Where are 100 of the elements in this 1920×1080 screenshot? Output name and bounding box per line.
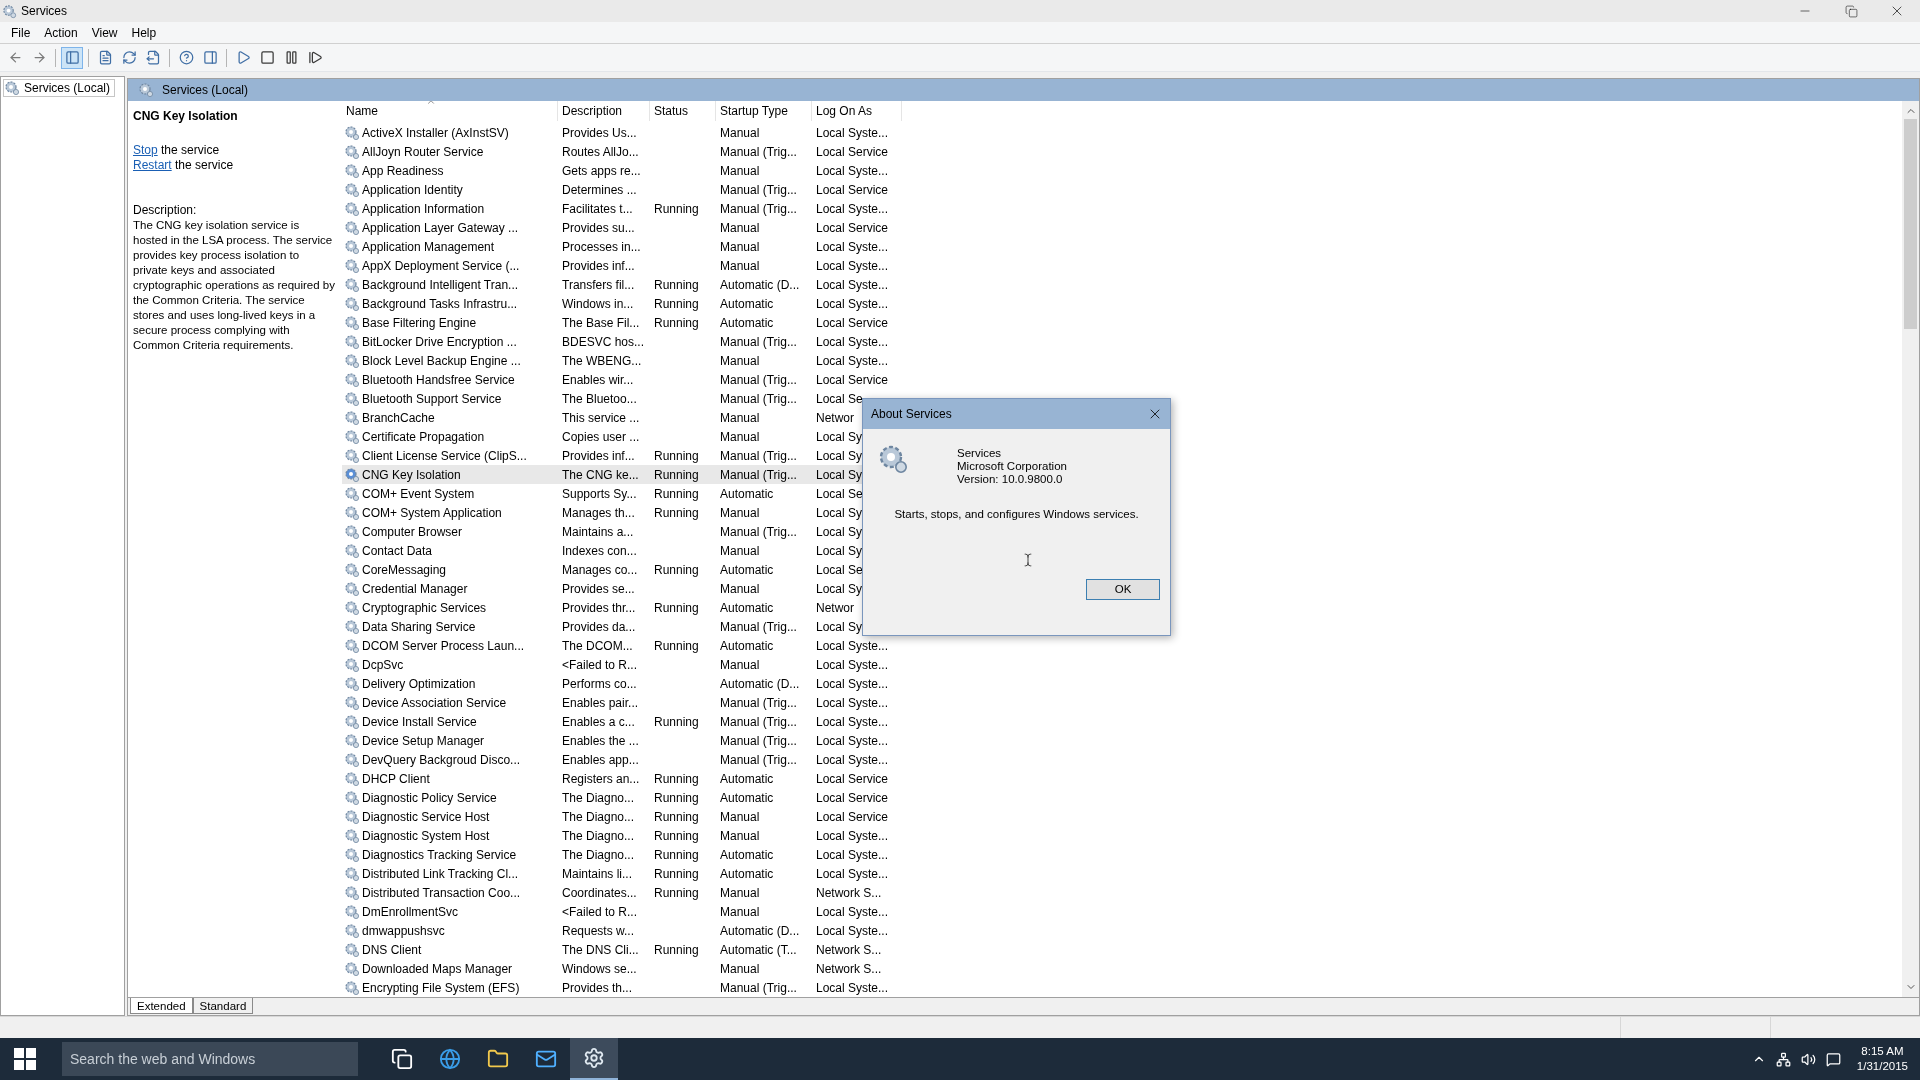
service-row[interactable]: Bluetooth Support Service The Bluetoo... Manual (Trig... Local Se [342, 389, 865, 408]
service-row[interactable]: Computer Browser Maintains a... Manual (Trig... Local Sy [342, 522, 865, 541]
service-row[interactable]: Application Layer Gateway ... Provides su... Manual Local Service [342, 218, 891, 237]
column-header[interactable]: Name [342, 101, 558, 121]
service-row[interactable]: Device Association Service Enables pair... Manual (Trig... Local Syste... [342, 693, 891, 712]
table-cell: Manual [720, 885, 760, 900]
service-row[interactable]: DNS Client The DNS Cli... Running Automatic (T... Network S... [342, 940, 884, 959]
table-cell: Maintains li... [562, 866, 633, 881]
table-cell-text: Computer Browser [362, 523, 463, 541]
service-row[interactable]: COM+ Event System Supports Sy... Running Automatic Local Se [342, 484, 865, 503]
service-row[interactable]: Contact Data Indexes con... Manual Local Sy [342, 541, 865, 560]
column-header[interactable]: Log On As [812, 101, 902, 121]
table-cell-text: Application Management [362, 238, 495, 256]
clock[interactable]: 8:15 AM 1/31/2015 [1856, 1044, 1908, 1074]
gear-icon [344, 314, 360, 331]
menu-item[interactable]: Action [37, 22, 85, 43]
table-cell: Provides Us... [562, 125, 637, 140]
table-cell: Local Sy [816, 543, 863, 558]
service-row[interactable]: ActiveX Installer (AxInstSV) Provides Us... Manual Local Syste... [342, 123, 891, 142]
service-row[interactable]: Application Identity Determines ... Manual (Trig... Local Service [342, 180, 891, 199]
service-row[interactable]: BitLocker Drive Encryption ... BDESVC hos... Manual (Trig... Local Syste... [342, 332, 891, 351]
service-row[interactable]: Diagnostic Policy Service The Diagno... Running Automatic Local Service [342, 788, 891, 807]
column-header[interactable]: Description [558, 101, 650, 121]
table-cell: Automatic (D... [720, 676, 800, 691]
taskbar-app[interactable] [570, 1038, 618, 1080]
service-row[interactable]: Downloaded Maps Manager Windows se... Manual Network S... [342, 959, 884, 978]
service-row[interactable]: Application Management Processes in... Manual Local Syste... [342, 237, 891, 256]
table-cell-text: Downloaded Maps Manager [362, 960, 513, 978]
service-row[interactable]: Device Install Service Enables a c... Running Manual (Trig... Local Syste... [342, 712, 891, 731]
table-cell: Manual (Trig... [720, 182, 797, 197]
menu-item[interactable]: File [4, 22, 38, 43]
table-cell: Manual [720, 657, 760, 672]
service-row[interactable]: Client License Service (ClipS... Provides inf... Running Manual (Trig... Local Sy [342, 446, 865, 465]
service-row[interactable]: Data Sharing Service Provides da... Manual (Trig... Local Sy [342, 617, 865, 636]
service-row[interactable]: BranchCache This service ... Manual Networ [342, 408, 856, 427]
service-row[interactable]: DHCP Client Registers an... Running Automatic Local Service [342, 769, 891, 788]
view-tab[interactable]: Standard [192, 998, 254, 1014]
service-row[interactable]: DCOM Server Process Laun... The DCOM... Running Automatic Local Syste... [342, 636, 891, 655]
gear-icon [344, 295, 360, 312]
app-icon [2, 3, 17, 19]
service-row[interactable]: Device Setup Manager Enables the ... Manual (Trig... Local Syste... [342, 731, 891, 750]
network-icon[interactable] [1775, 1051, 1791, 1067]
action-link[interactable]: Stop [133, 143, 158, 157]
service-row[interactable]: Bluetooth Handsfree Service Enables wir... Manual (Trig... Local Service [342, 370, 891, 389]
service-row[interactable]: AllJoyn Router Service Routes AllJo... Manual (Trig... Local Service [342, 142, 891, 161]
table-cell: Local Service [816, 182, 889, 197]
service-row[interactable]: Distributed Transaction Coo... Coordinates... Running Manual Network S... [342, 883, 884, 902]
service-row[interactable]: Encrypting File System (EFS) Provides th... Manual (Trig... Local Syste... [342, 978, 891, 997]
service-row[interactable]: Diagnostic System Host The Diagno... Running Manual Local Syste... [342, 826, 891, 845]
table-cell: Local Syste... [816, 277, 889, 292]
table-cell-text: Diagnostics Tracking Service [362, 846, 517, 864]
table-cell: Manual (Trig... [720, 201, 797, 216]
service-row[interactable]: DmEnrollmentSvc <Failed to R... Manual Local Syste... [342, 902, 891, 921]
table-cell: Local Syste... [816, 676, 889, 691]
scroll-thumb[interactable] [1904, 119, 1917, 329]
ok-button[interactable]: OK [1086, 579, 1160, 601]
service-row[interactable]: Credential Manager Provides se... Manual Local Sy [342, 579, 865, 598]
action-link[interactable]: Restart [133, 158, 172, 172]
service-row[interactable]: CoreMessaging Manages co... Running Automatic Local Se [342, 560, 865, 579]
table-cell: Local Sy [816, 505, 863, 520]
service-row[interactable]: DcpSvc <Failed to R... Manual Local Syste... [342, 655, 891, 674]
column-header[interactable]: Startup Type [716, 101, 812, 121]
service-row[interactable]: Diagnostic Service Host The Diagno... Running Manual Local Service [342, 807, 891, 826]
menu-item[interactable]: View [84, 22, 125, 43]
service-row[interactable]: AppX Deployment Service (... Provides inf... Manual Local Syste... [342, 256, 891, 275]
table-cell: Facilitates t... [562, 201, 633, 216]
table-cell-text: Background Tasks Infrastru... [362, 295, 518, 313]
volume-icon[interactable] [1800, 1051, 1816, 1067]
tree-item[interactable]: Services (Local) [3, 79, 116, 97]
notification-icon[interactable] [1825, 1051, 1841, 1067]
service-row[interactable]: COM+ System Application Manages th... Running Manual Local Sy [342, 503, 865, 522]
gear-icon [583, 1047, 605, 1069]
table-cell: Manual [720, 581, 760, 596]
search-field[interactable]: Search the web and Windows [62, 1042, 358, 1076]
service-row[interactable]: dmwappushsvc Requests w... Automatic (D... Local Syste... [342, 921, 891, 940]
service-row[interactable]: Base Filtering Engine The Base Fil... Running Automatic Local Service [342, 313, 891, 332]
service-row[interactable]: Cryptographic Services Provides thr... Running Automatic Networ [342, 598, 856, 617]
service-row[interactable]: Application Information Facilitates t... Running Manual (Trig... Local Syste... [342, 199, 891, 218]
service-row[interactable]: Block Level Backup Engine ... The WBENG... Manual Local Syste... [342, 351, 891, 370]
table-cell: Local Service [816, 771, 889, 786]
menu-item[interactable]: Help [124, 22, 164, 43]
table-cell: The CNG ke... [562, 467, 639, 482]
column-header[interactable]: Status [650, 101, 716, 121]
service-row[interactable]: Distributed Link Tracking Cl... Maintains li... Running Automatic Local Syste... [342, 864, 891, 883]
service-row[interactable]: App Readiness Gets apps re... Manual Local Syste... [342, 161, 891, 180]
service-row[interactable]: CNG Key Isolation The CNG ke... Running Manual (Trig... Local Sy [342, 465, 865, 484]
service-row[interactable]: Background Tasks Infrastru... Windows in... Running Automatic Local Syste... [342, 294, 891, 313]
service-row[interactable]: DevQuery Backgroud Disco... Enables app... Manual (Trig... Local Syste... [342, 750, 891, 769]
service-row[interactable]: Certificate Propagation Copies user ... Manual Local Sy [342, 427, 865, 446]
service-row[interactable]: Diagnostics Tracking Service The Diagno... Running Automatic Local Syste... [342, 845, 891, 864]
table-cell: Local Service [816, 220, 889, 235]
view-tab[interactable]: Extended [130, 998, 193, 1014]
table-cell: Automatic (T... [720, 942, 797, 957]
scrollbar[interactable] [1902, 101, 1919, 997]
service-row[interactable]: Delivery Optimization Performs co... Automatic (D... Local Syste... [342, 674, 891, 693]
service-row[interactable]: Background Intelligent Tran... Transfers fil... Running Automatic (D... Local Syste... [342, 275, 891, 294]
table-cell: The Bluetoo... [562, 391, 637, 406]
table-cell: Running [654, 771, 699, 786]
console-tree-button[interactable] [61, 46, 83, 69]
pause-icon [283, 50, 299, 65]
